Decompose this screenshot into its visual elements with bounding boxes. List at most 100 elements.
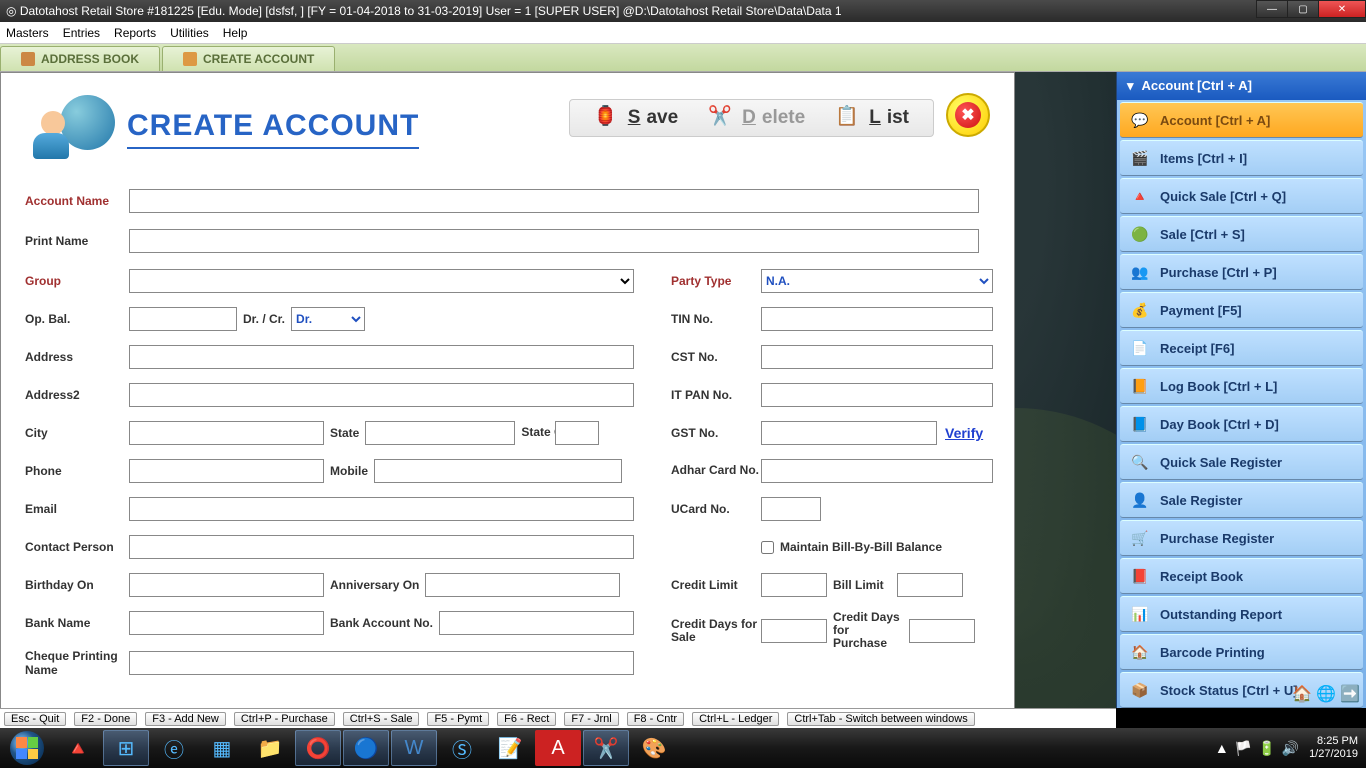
arrow-icon[interactable]: ➡️ [1340,684,1358,702]
sidebar-item-6[interactable]: 📄Receipt [F6] [1120,330,1363,366]
maximize-button[interactable]: ▢ [1287,0,1319,18]
save-button[interactable]: 🏮 Save [594,104,678,132]
sidebar-item-11[interactable]: 🛒Purchase Register [1120,520,1363,556]
sk-ctrll[interactable]: Ctrl+L - Ledger [692,712,779,726]
sk-f5[interactable]: F5 - Pymt [427,712,489,726]
sk-f3[interactable]: F3 - Add New [145,712,226,726]
close-icon: ✖ [955,102,981,128]
opbal-input[interactable] [129,307,237,331]
taskbar-skype-icon[interactable]: Ⓢ [439,730,485,766]
taskbar-explorer-icon[interactable]: 📁 [247,730,293,766]
taskbar-paint-icon[interactable]: 🎨 [631,730,677,766]
sk-f6[interactable]: F6 - Rect [497,712,556,726]
sk-ctrls[interactable]: Ctrl+S - Sale [343,712,420,726]
sidebar-item-14[interactable]: 🏠Barcode Printing [1120,634,1363,670]
taskbar-adobe-icon[interactable]: A [535,730,581,766]
menu-entries[interactable]: Entries [63,26,100,40]
sidebar-item-9[interactable]: 🔍Quick Sale Register [1120,444,1363,480]
sidebar-item-label: Day Book [Ctrl + D] [1160,417,1279,432]
state-input[interactable] [365,421,515,445]
tray-clock[interactable]: 8:25 PM1/27/2019 [1309,735,1358,761]
taskbar-word-icon[interactable]: W [391,730,437,766]
sidebar-item-5[interactable]: 💰Payment [F5] [1120,292,1363,328]
adhar-input[interactable] [761,459,993,483]
address2-input[interactable] [129,383,634,407]
sidebar-icon: 🎬 [1130,148,1150,168]
itpan-input[interactable] [761,383,993,407]
tray-sound-icon[interactable]: 🔊 [1282,740,1299,757]
sidebar-item-7[interactable]: 📙Log Book [Ctrl + L] [1120,368,1363,404]
home-icon[interactable]: 🏠 [1292,684,1310,702]
sidebar-item-8[interactable]: 📘Day Book [Ctrl + D] [1120,406,1363,442]
email-input[interactable] [129,497,634,521]
taskbar-opera-icon[interactable]: ⭕ [295,730,341,766]
statecode-input[interactable] [555,421,599,445]
sk-f2[interactable]: F2 - Done [74,712,137,726]
tray-up-icon[interactable]: ▲ [1215,740,1229,757]
sk-f8[interactable]: F8 - Cntr [627,712,684,726]
taskbar-app2-icon[interactable]: ▦ [199,730,245,766]
tab-address-book[interactable]: ADDRESS BOOK [0,46,160,71]
creditlimit-input[interactable] [761,573,827,597]
menu-utilities[interactable]: Utilities [170,26,209,40]
tab-create-account[interactable]: CREATE ACCOUNT [162,46,335,71]
tray-flag-icon[interactable]: 🏳️ [1235,740,1252,757]
taskbar-notes-icon[interactable]: 📝 [487,730,533,766]
window-close-button[interactable]: ✕ [1318,0,1366,18]
sidebar-item-1[interactable]: 🎬Items [Ctrl + I] [1120,140,1363,176]
mobile-input[interactable] [374,459,622,483]
birthday-input[interactable] [129,573,324,597]
anniversary-input[interactable] [425,573,620,597]
sidebar-item-10[interactable]: 👤Sale Register [1120,482,1363,518]
tin-input[interactable] [761,307,993,331]
sidebar-item-12[interactable]: 📕Receipt Book [1120,558,1363,594]
verify-link[interactable]: Verify [945,425,983,441]
contact-input[interactable] [129,535,634,559]
ucard-input[interactable] [761,497,821,521]
phone-input[interactable] [129,459,324,483]
city-input[interactable] [129,421,324,445]
billlimit-input[interactable] [897,573,963,597]
print-name-input[interactable] [129,229,979,253]
gst-input[interactable] [761,421,937,445]
bankacct-input[interactable] [439,611,634,635]
sk-ctrlp[interactable]: Ctrl+P - Purchase [234,712,335,726]
tray-battery-icon[interactable]: 🔋 [1258,740,1275,757]
group-select[interactable] [129,269,634,293]
sidebar-item-13[interactable]: 📊Outstanding Report [1120,596,1363,632]
sidebar-item-0[interactable]: 💬Account [Ctrl + A] [1120,102,1363,138]
sk-ctrltab[interactable]: Ctrl+Tab - Switch between windows [787,712,974,726]
partytype-select[interactable]: N.A. [761,269,993,293]
delete-button[interactable]: ✂️ Delete [708,104,805,132]
page-title: CREATE ACCOUNT [127,109,419,149]
taskbar-chrome-icon[interactable]: 🔵 [343,730,389,766]
label-partytype: Party Type [671,274,761,288]
taskbar-snip-icon[interactable]: ✂️ [583,730,629,766]
sk-esc[interactable]: Esc - Quit [4,712,66,726]
minimize-button[interactable]: — [1256,0,1288,18]
cheque-input[interactable] [129,651,634,675]
globe-icon[interactable]: 🌐 [1316,684,1334,702]
start-button[interactable] [0,728,54,768]
taskbar-app-icon[interactable]: ⊞ [103,730,149,766]
address-input[interactable] [129,345,634,369]
account-name-input[interactable] [129,189,979,213]
list-button[interactable]: 📋 List [835,104,909,132]
menu-help[interactable]: Help [223,26,248,40]
menu-reports[interactable]: Reports [114,26,156,40]
form-close-button[interactable]: ✖ [946,93,990,137]
sk-f7[interactable]: F7 - Jrnl [564,712,618,726]
cdpurchase-input[interactable] [909,619,975,643]
menu-masters[interactable]: Masters [6,26,49,40]
drcr-select[interactable]: Dr. [291,307,365,331]
sidebar-icon: 🏠 [1130,642,1150,662]
cdsale-input[interactable] [761,619,827,643]
bankname-input[interactable] [129,611,324,635]
cst-input[interactable] [761,345,993,369]
taskbar-ie-icon[interactable]: ⓔ [151,730,197,766]
sidebar-item-2[interactable]: 🔺Quick Sale [Ctrl + Q] [1120,178,1363,214]
maintain-checkbox[interactable] [761,541,774,554]
sidebar-item-3[interactable]: 🟢Sale [Ctrl + S] [1120,216,1363,252]
sidebar-item-4[interactable]: 👥Purchase [Ctrl + P] [1120,254,1363,290]
taskbar-vlc-icon[interactable]: 🔺 [55,730,101,766]
